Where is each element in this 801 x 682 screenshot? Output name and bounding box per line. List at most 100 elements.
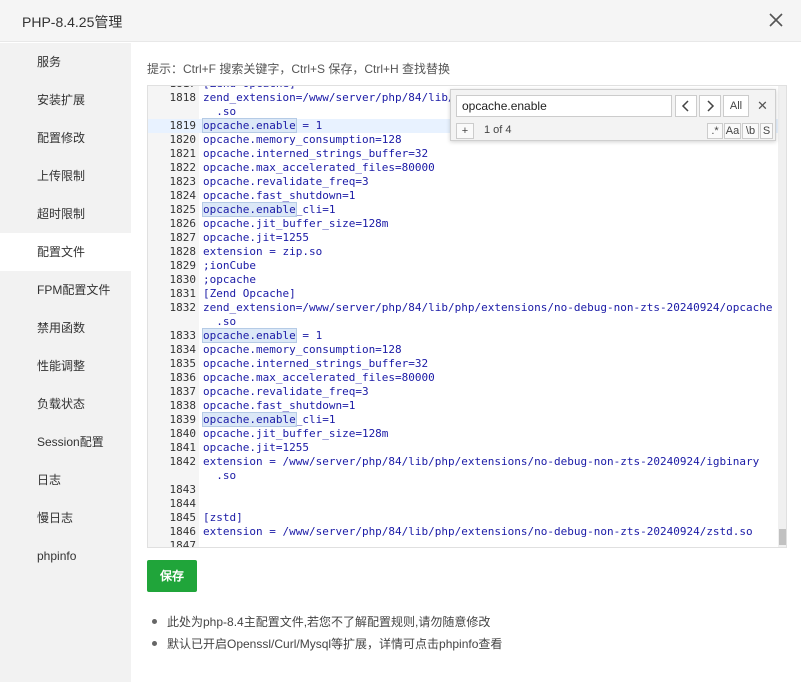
code-line[interactable]: 1839 opcache.enable_cli=1 xyxy=(148,412,778,427)
code-line[interactable]: 1843 xyxy=(148,483,778,497)
sidebar-item-load-status[interactable]: 负载状态 xyxy=(0,385,131,423)
code-line[interactable]: 1828 extension = zip.so xyxy=(148,245,778,259)
code-line[interactable]: 1840 opcache.jit_buffer_size=128m xyxy=(148,427,778,441)
code-line[interactable]: 1847 xyxy=(148,539,778,548)
line-number: 1830 xyxy=(169,273,197,286)
line-text: opcache.max_accelerated_files=80000 xyxy=(203,371,435,384)
line-number: 1840 xyxy=(169,427,197,440)
regex-toggle[interactable]: .* xyxy=(707,123,723,139)
sidebar-item-install-extension[interactable]: 安装扩展 xyxy=(0,81,131,119)
toggle-replace-button[interactable]: + xyxy=(456,123,474,139)
editor-scrollbar[interactable] xyxy=(778,86,786,547)
shortcut-hint: 提示：Ctrl+F 搜索关键字，Ctrl+S 保存，Ctrl+H 查找替换 xyxy=(147,62,451,76)
code-line[interactable]: 1822 opcache.max_accelerated_files=80000 xyxy=(148,161,778,175)
line-number: 1828 xyxy=(169,245,197,258)
code-line[interactable]: 1827 opcache.jit=1255 xyxy=(148,231,778,245)
line-number: 1824 xyxy=(169,189,197,202)
code-line[interactable]: 1821 opcache.interned_strings_buffer=32 xyxy=(148,147,778,161)
sidebar-item-session[interactable]: Session配置 xyxy=(0,423,131,461)
line-number: 1822 xyxy=(169,161,197,174)
code-line[interactable]: 1824 opcache.fast_shutdown=1 xyxy=(148,189,778,203)
line-number: 1827 xyxy=(169,231,197,244)
search-match-highlight: opcache.enable xyxy=(202,202,297,217)
code-line[interactable]: 1838 opcache.fast_shutdown=1 xyxy=(148,399,778,413)
in-selection-toggle[interactable]: S xyxy=(760,123,773,139)
sidebar-item-phpinfo[interactable]: phpinfo xyxy=(0,537,131,575)
prev-match-button[interactable] xyxy=(675,95,697,117)
bullet-icon xyxy=(152,619,157,624)
save-button[interactable]: 保存 xyxy=(147,560,197,592)
code-line[interactable]: 1823 opcache.revalidate_freq=3 xyxy=(148,175,778,189)
line-text: [zstd] xyxy=(203,511,243,524)
note-item: 默认已开启Openssl/Curl/Mysql等扩展，详情可点击phpinfo查… xyxy=(152,636,772,658)
code-line[interactable]: 1836 opcache.max_accelerated_files=80000 xyxy=(148,371,778,385)
scrollbar-thumb[interactable] xyxy=(779,529,786,545)
code-line[interactable]: 1846 extension = /www/server/php/84/lib/p… xyxy=(148,525,778,539)
sidebar: 服务 安装扩展 配置修改 上传限制 超时限制 配置文件 FPM配置文件 禁用函数… xyxy=(0,43,131,682)
window-title: PHP-8.4.25管理 xyxy=(22,14,123,30)
line-text: extension = /www/server/php/84/lib/php/e… xyxy=(203,525,753,538)
sidebar-item-config-modify[interactable]: 配置修改 xyxy=(0,119,131,157)
code-editor[interactable]: 1817[Zend Opcache]1818zend_extension=/ww… xyxy=(147,85,787,548)
code-line[interactable]: 1833 opcache.enable = 1 xyxy=(148,328,778,343)
line-number: 1839 xyxy=(169,413,197,426)
code-line[interactable]: 1830 ;opcache xyxy=(148,273,778,287)
line-number: 1847 xyxy=(169,539,197,548)
bullet-icon xyxy=(152,641,157,646)
sidebar-item-upload-limit[interactable]: 上传限制 xyxy=(0,157,131,195)
find-all-button[interactable]: All xyxy=(723,95,749,117)
line-text: extension = /www/server/php/84/lib/php/e… xyxy=(203,455,760,468)
code-line[interactable]: 1829 ;ionCube xyxy=(148,259,778,273)
code-line[interactable]: 1845 [zstd] xyxy=(148,511,778,525)
line-text: opcache.fast_shutdown=1 xyxy=(203,399,356,412)
line-text: ;ionCube xyxy=(203,259,256,272)
sidebar-item-config-file[interactable]: 配置文件 xyxy=(0,233,131,271)
sidebar-item-disabled-functions[interactable]: 禁用函数 xyxy=(0,309,131,347)
code-line[interactable]: 1831 [Zend Opcache] xyxy=(148,287,778,301)
match-count: 1 of 4 xyxy=(484,124,512,136)
code-line[interactable]: 1842 extension = /www/server/php/84/lib/p… xyxy=(148,455,778,469)
close-icon[interactable] xyxy=(766,10,786,30)
code-line[interactable]: 1835 opcache.interned_strings_buffer=32 xyxy=(148,357,778,371)
line-text: opcache.jit=1255 xyxy=(203,231,309,244)
search-match-highlight: opcache.enable xyxy=(202,412,297,427)
sidebar-item-performance[interactable]: 性能调整 xyxy=(0,347,131,385)
close-search-icon[interactable]: ✕ xyxy=(757,98,768,114)
line-number: 1845 xyxy=(169,511,197,524)
code-line[interactable]: .so xyxy=(148,315,778,329)
line-text: [Zend Opcache] xyxy=(203,287,296,300)
window-titlebar: PHP-8.4.25管理 xyxy=(0,0,801,42)
case-sensitive-toggle[interactable]: Aa xyxy=(724,123,741,139)
line-text-rest: _cli=1 xyxy=(295,413,336,426)
note-item: 此处为php-8.4主配置文件,若您不了解配置规则,请勿随意修改 xyxy=(152,614,772,636)
line-text: opcache.memory_consumption=128 xyxy=(203,133,402,146)
line-number: 1825 xyxy=(169,203,197,216)
line-text: opcache.max_accelerated_files=80000 xyxy=(203,161,435,174)
sidebar-item-log[interactable]: 日志 xyxy=(0,461,131,499)
code-line[interactable]: .so xyxy=(148,469,778,483)
line-number: 1831 xyxy=(169,287,197,300)
sidebar-item-service[interactable]: 服务 xyxy=(0,43,131,81)
code-line[interactable]: 1841 opcache.jit=1255 xyxy=(148,441,778,455)
code-line[interactable]: 1834 opcache.memory_consumption=128 xyxy=(148,343,778,357)
line-text: opcache.enable_cli=1 xyxy=(202,202,335,217)
line-number: 1820 xyxy=(169,133,197,146)
line-number: 1826 xyxy=(169,217,197,230)
sidebar-item-timeout-limit[interactable]: 超时限制 xyxy=(0,195,131,233)
code-line[interactable]: 1832 zend_extension=/www/server/php/84/li… xyxy=(148,301,778,315)
code-line[interactable]: 1825 opcache.enable_cli=1 xyxy=(148,202,778,217)
line-number: 1821 xyxy=(169,147,197,160)
sidebar-item-slow-log[interactable]: 慢日志 xyxy=(0,499,131,537)
next-match-button[interactable] xyxy=(699,95,721,117)
code-line[interactable]: 1826 opcache.jit_buffer_size=128m xyxy=(148,217,778,231)
sidebar-item-fpm-config[interactable]: FPM配置文件 xyxy=(0,271,131,309)
code-line[interactable]: 1844 xyxy=(148,497,778,511)
line-text: .so xyxy=(203,105,237,118)
line-number: 1829 xyxy=(169,259,197,272)
line-number: 1833 xyxy=(169,329,197,342)
line-number: 1834 xyxy=(169,343,197,356)
note-text: 此处为php-8.4主配置文件,若您不了解配置规则,请勿随意修改 xyxy=(167,615,491,629)
search-input[interactable]: opcache.enable xyxy=(456,95,672,117)
code-line[interactable]: 1837 opcache.revalidate_freq=3 xyxy=(148,385,778,399)
whole-word-toggle[interactable]: \b xyxy=(742,123,759,139)
